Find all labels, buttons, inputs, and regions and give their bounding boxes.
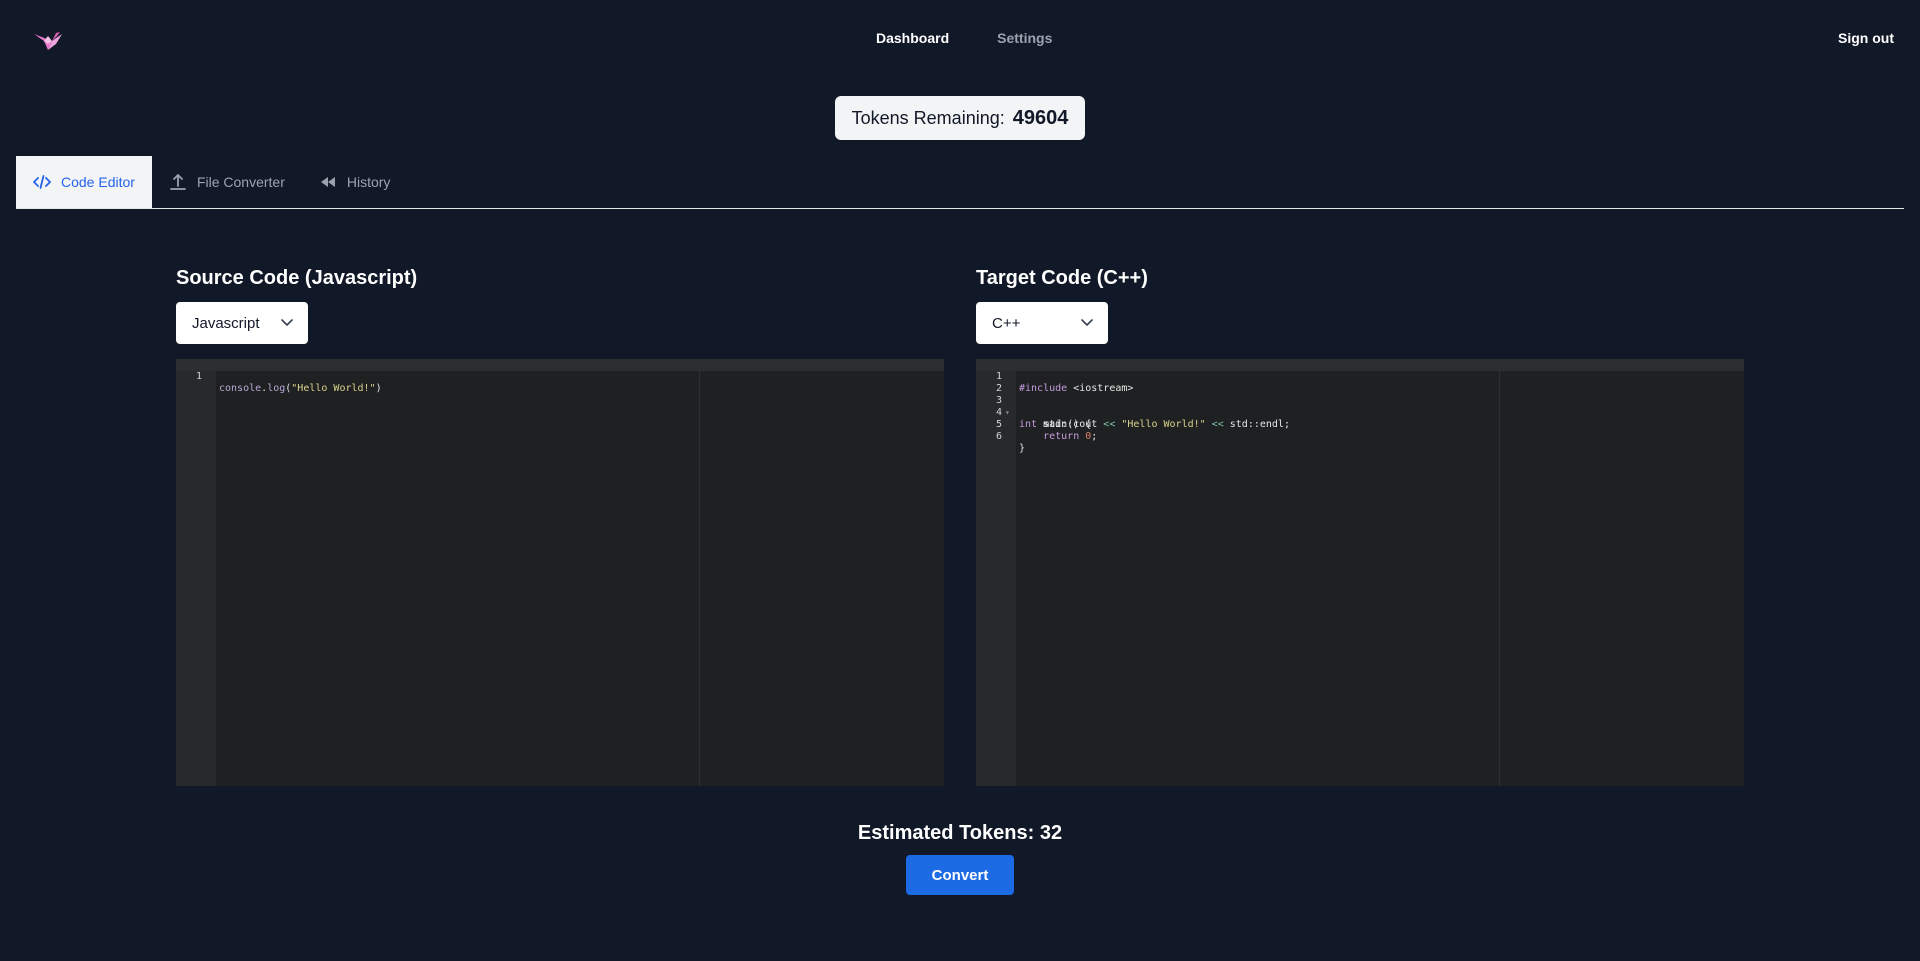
print-margin [699, 359, 700, 786]
rewind-icon [320, 177, 335, 187]
tab-label: File Converter [196, 174, 285, 190]
code-icon [33, 175, 51, 189]
tab-bar: Code Editor File Converter History [16, 156, 1904, 209]
code-text: console.log("Hello World!") [219, 383, 382, 394]
sign-out-button[interactable]: Sign out [1838, 30, 1894, 46]
convert-button[interactable]: Convert [906, 855, 1014, 895]
estimated-tokens: Estimated Tokens: 32 [0, 822, 1920, 845]
source-language-value: Javascript [192, 314, 260, 332]
code-line: 2 [976, 371, 1744, 394]
code-text: return 0; [1043, 431, 1098, 442]
tab-label: History [346, 174, 391, 190]
source-code-editor[interactable]: 1 console.log("Hello World!") [176, 359, 944, 786]
upload-icon [170, 174, 186, 190]
line-number: 1 [195, 371, 202, 382]
code-line: 4 std::cout << "Hello World!" << std::en… [976, 395, 1744, 430]
tab-label: Code Editor [61, 174, 135, 190]
tokens-remaining-label: Tokens Remaining: [851, 107, 1005, 128]
code-line: 6 } [976, 419, 1744, 454]
source-language-select[interactable]: Javascript [176, 302, 308, 344]
source-title: Source Code (Javascript) [176, 267, 418, 289]
chevron-down-icon [1081, 319, 1093, 326]
main-nav: Dashboard Settings [876, 30, 1052, 46]
code-text: } [1019, 443, 1026, 454]
origami-crane-icon[interactable] [34, 30, 62, 52]
target-language-select[interactable]: C++ [976, 302, 1108, 344]
chevron-down-icon [281, 319, 293, 326]
nav-settings[interactable]: Settings [997, 30, 1052, 46]
top-header: Dashboard Settings Sign out [0, 0, 1920, 80]
target-language-value: C++ [992, 314, 1021, 332]
nav-dashboard[interactable]: Dashboard [876, 30, 949, 46]
code-line: 1 #include <iostream> [976, 359, 1744, 394]
tokens-remaining-badge: Tokens Remaining: 49604 [835, 96, 1085, 140]
editor-gutter [176, 359, 216, 786]
line-number: 6 [995, 431, 1002, 442]
target-title: Target Code (C++) [976, 267, 1148, 289]
tab-code-editor[interactable]: Code Editor [16, 156, 152, 208]
tokens-remaining-value: 49604 [1012, 106, 1069, 129]
tab-history[interactable]: History [302, 156, 408, 208]
target-code-editor[interactable]: 1 #include <iostream> 2 3 ▾ int main() {… [976, 359, 1744, 786]
estimated-tokens-value: 32 [1039, 822, 1063, 844]
tab-file-converter[interactable]: File Converter [152, 156, 302, 208]
code-line: 1 console.log("Hello World!") [176, 359, 944, 394]
estimated-tokens-label: Estimated Tokens: [857, 822, 1035, 844]
code-line: 5 return 0; [976, 407, 1744, 442]
code-line: 3 ▾ int main() { [976, 383, 1744, 430]
